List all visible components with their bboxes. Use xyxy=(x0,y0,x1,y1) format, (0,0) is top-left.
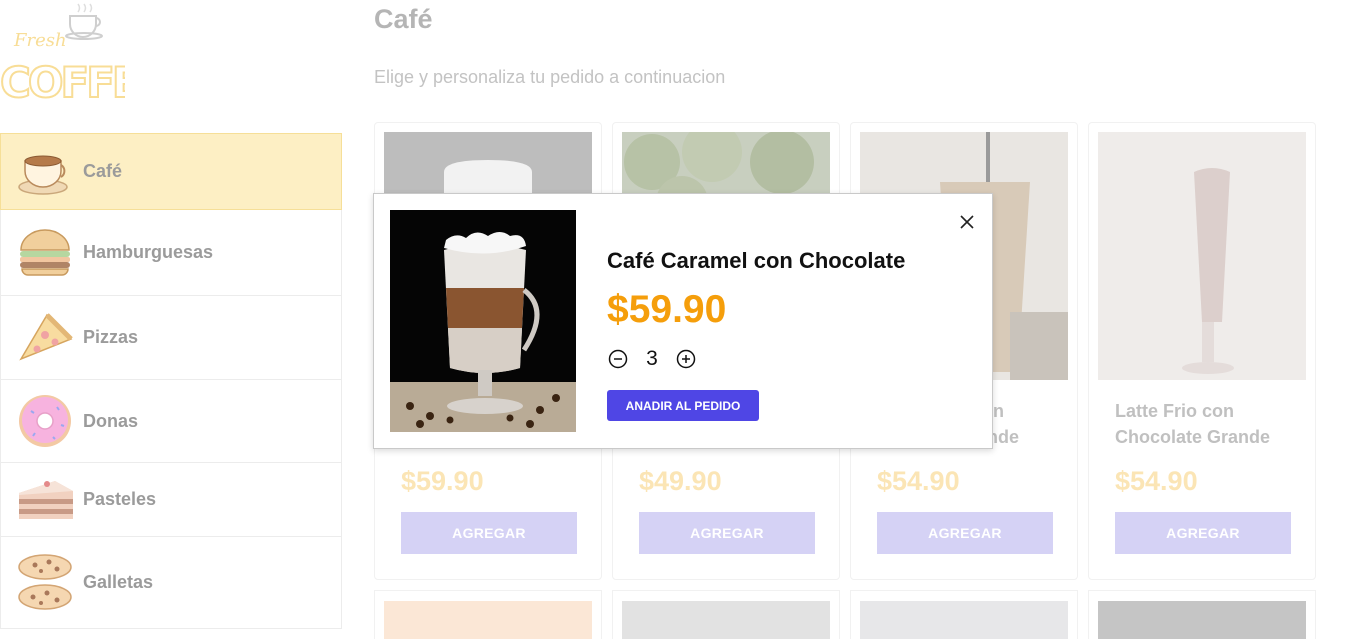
product-price: $54.90 xyxy=(1115,466,1198,496)
quantity-stepper: 3 xyxy=(607,347,697,371)
quantity-value: 3 xyxy=(646,347,658,370)
product-modal: Café Caramel con Chocolate $59.90 3 ANAD… xyxy=(373,193,993,449)
product-card[interactable] xyxy=(612,590,840,639)
sidebar-item-label: Hamburguesas xyxy=(83,242,214,262)
sidebar-item-donas[interactable]: Donas xyxy=(0,380,342,463)
add-button[interactable]: AGREGAR xyxy=(1115,512,1291,554)
minus-circle-icon[interactable] xyxy=(607,348,629,370)
add-button[interactable]: AGREGAR xyxy=(639,512,815,554)
sidebar-item-pizzas[interactable]: Pizzas xyxy=(0,296,342,380)
svg-text:COFFEE: COFFEE xyxy=(0,58,125,107)
sidebar-item-cafe[interactable]: Café xyxy=(0,133,342,210)
close-icon[interactable] xyxy=(957,212,977,232)
pizza-icon xyxy=(17,309,74,366)
product-image xyxy=(622,601,830,639)
sidebar-item-label: Galletas xyxy=(83,572,154,592)
product-image xyxy=(860,601,1068,639)
product-card[interactable] xyxy=(374,590,602,639)
page: Fresh COFFEE Café xyxy=(0,0,1349,639)
sidebar-item-label: Pasteles xyxy=(83,489,157,509)
sidebar-item-label: Donas xyxy=(83,410,139,431)
category-list: Café Hamburguesas Pizzas Donas Pasteles … xyxy=(0,133,342,629)
coffee-cup-icon xyxy=(17,143,74,200)
sidebar-item-label: Pizzas xyxy=(83,327,139,347)
product-price: $54.90 xyxy=(877,466,960,496)
donut-icon xyxy=(17,393,74,450)
burger-icon xyxy=(17,224,74,281)
product-name: Latte Frio con Chocolate Grande xyxy=(1115,401,1271,447)
cake-icon xyxy=(17,471,74,528)
product-image xyxy=(390,210,576,432)
product-name: Café Caramel con Chocolate xyxy=(607,248,906,273)
sidebar-item-galletas[interactable]: Galletas xyxy=(0,537,342,629)
sidebar-item-hamburguesas[interactable]: Hamburguesas xyxy=(0,210,342,296)
sidebar-item-pasteles[interactable]: Pasteles xyxy=(0,463,342,537)
product-price: $49.90 xyxy=(639,466,722,496)
product-card[interactable] xyxy=(1088,590,1316,639)
logo: Fresh COFFEE xyxy=(0,0,168,108)
product-image xyxy=(384,601,592,639)
product-image xyxy=(1098,601,1306,639)
sidebar: Fresh COFFEE Café xyxy=(0,0,343,639)
add-to-order-button[interactable]: ANADIR AL PEDIDO xyxy=(607,390,759,421)
add-button[interactable]: AGREGAR xyxy=(877,512,1053,554)
cookies-icon xyxy=(17,553,74,611)
product-card[interactable]: Latte Frio con Chocolate Grande $54.90 A… xyxy=(1088,122,1316,580)
page-subtitle: Elige y personaliza tu pedido a continua… xyxy=(374,67,726,87)
plus-circle-icon[interactable] xyxy=(675,348,697,370)
add-button[interactable]: AGREGAR xyxy=(401,512,577,554)
product-name-part: n xyxy=(993,401,1004,421)
product-card[interactable] xyxy=(850,590,1078,639)
product-price: $59.90 xyxy=(607,288,727,331)
product-price: $59.90 xyxy=(401,466,484,496)
product-image xyxy=(1098,132,1306,380)
svg-text:Fresh: Fresh xyxy=(13,30,67,51)
page-title: Café xyxy=(374,4,433,34)
sidebar-item-label: Café xyxy=(83,161,123,181)
